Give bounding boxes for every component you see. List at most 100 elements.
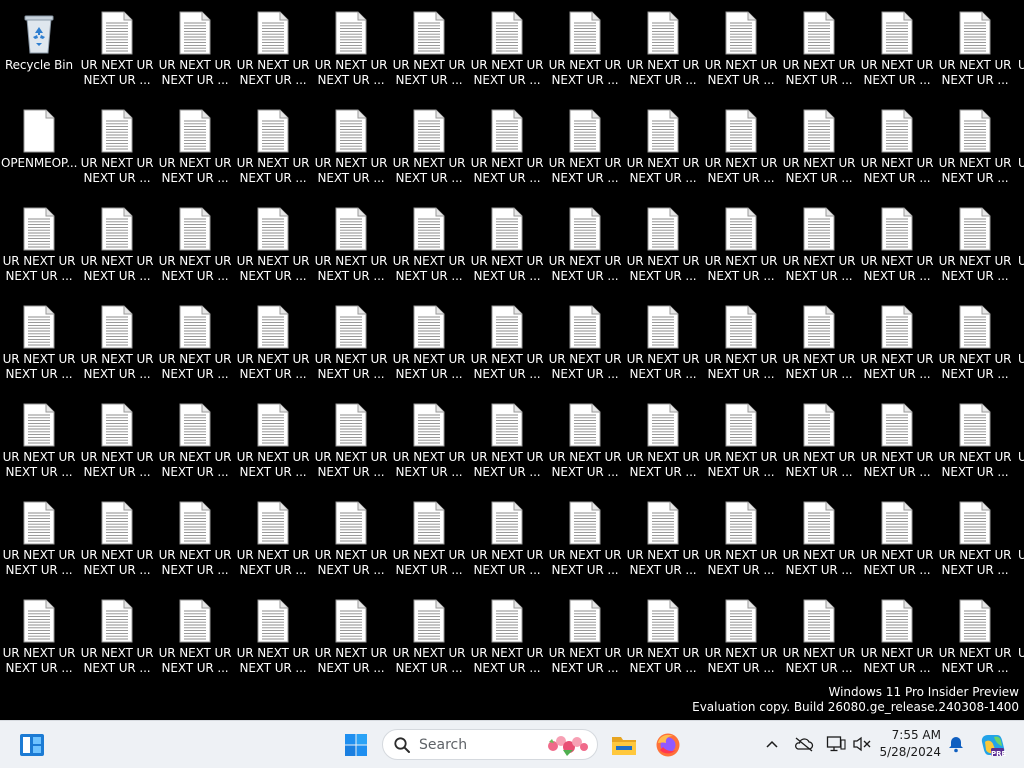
ur-next-file-desktop-icon[interactable]: UR NEXT UR NEXT UR ...: [391, 492, 467, 586]
ur-next-file-desktop-icon[interactable]: UR NEXT UR NEXT UR ...: [469, 394, 545, 488]
ur-next-file-desktop-icon[interactable]: UR NEXT UR NEXT UR ...: [157, 394, 233, 488]
ur-next-file-desktop-icon[interactable]: UR NEXT UR NEXT UR ...: [391, 590, 467, 684]
ur-next-file-desktop-icon[interactable]: UR NEXT UR NEXT UR ...: [157, 492, 233, 586]
ur-next-file-desktop-icon[interactable]: UR NEXT UR NEXT UR ...: [469, 296, 545, 390]
ur-next-file-desktop-icon[interactable]: UR NEXT UR NEXT UR ...: [469, 492, 545, 586]
ur-next-file-desktop-icon[interactable]: UR NEXT UR NEXT UR ...: [547, 394, 623, 488]
ur-next-file-desktop-icon[interactable]: UR NEXT UR NEXT UR ...: [235, 394, 311, 488]
ur-next-file-desktop-icon[interactable]: UR NEXT UR NEXT UR ...: [235, 100, 311, 194]
ur-next-file-desktop-icon[interactable]: UR NEXT UR NEXT UR ...: [703, 394, 779, 488]
network-button[interactable]: [793, 733, 815, 755]
notifications-button[interactable]: [945, 733, 967, 755]
ur-next-file-desktop-icon[interactable]: UR NEXT UR NEXT UR ...: [235, 2, 311, 96]
ur-next-file-desktop-icon[interactable]: UR NEXT UR NEXT UR ...: [1, 198, 77, 292]
ur-next-file-desktop-icon[interactable]: UR NEXT UR NEXT UR ...: [703, 2, 779, 96]
ur-next-file-desktop-icon[interactable]: UR NEXT UR NEXT UR ...: [625, 394, 701, 488]
ur-next-file-desktop-icon[interactable]: UR NEXT UR NEXT UR ...: [703, 590, 779, 684]
start-button[interactable]: [338, 727, 374, 763]
ur-next-file-desktop-icon[interactable]: UR NEXT UR NEXT UR ...: [1, 492, 77, 586]
volume-button[interactable]: [851, 733, 873, 755]
ur-next-file-desktop-icon[interactable]: UR NEXT UR NEXT UR ...: [937, 296, 1013, 390]
ur-next-file-desktop-icon[interactable]: UR NEXT UR NEXT UR ...: [781, 394, 857, 488]
firefox-button[interactable]: [650, 727, 686, 763]
ur-next-file-desktop-icon[interactable]: UR NEXT UR NEXT UR ...: [1, 296, 77, 390]
ur-next-file-desktop-icon[interactable]: UR NEXT UR NEXT UR ...: [547, 296, 623, 390]
ur-next-file-desktop-icon[interactable]: UR NEXT UR NEXT UR ...: [313, 492, 389, 586]
ur-next-file-desktop-icon[interactable]: UR NEXT UR NEXT UR ...: [547, 2, 623, 96]
ur-next-file-desktop-icon[interactable]: UR NEXT UR NEXT UR ...: [469, 590, 545, 684]
ur-next-file-desktop-icon[interactable]: UR NEXT UR NEXT UR ...: [781, 100, 857, 194]
ur-next-file-desktop-icon[interactable]: UR NEXT UR NEXT UR ...: [313, 590, 389, 684]
ur-next-file-desktop-icon[interactable]: UR NEXT UR NEXT UR ...: [625, 590, 701, 684]
show-hidden-icons-button[interactable]: [761, 733, 783, 755]
ur-next-file-desktop-icon[interactable]: UR NEXT UR NEXT UR ...: [625, 2, 701, 96]
recycle-bin-desktop-icon[interactable]: Recycle Bin: [1, 2, 77, 96]
ur-next-file-desktop-icon[interactable]: UR NEXT UR NEXT UR ...: [313, 2, 389, 96]
ur-next-file-desktop-icon[interactable]: UR NEXT UR NEXT UR ...: [235, 296, 311, 390]
ur-next-file-desktop-icon[interactable]: UR NEXT UR NEXT UR ...: [79, 296, 155, 390]
ur-next-file-desktop-icon[interactable]: UR NEXT UR NEXT UR ...: [937, 198, 1013, 292]
ur-next-file-desktop-icon[interactable]: UR NEXT UR NEXT UR ...: [859, 100, 935, 194]
ur-next-file-desktop-icon[interactable]: UR NEXT UR NEXT UR ...: [313, 198, 389, 292]
ur-next-file-desktop-icon[interactable]: UR NEXT UR NEXT UR ...: [391, 394, 467, 488]
ur-next-file-desktop-icon[interactable]: UR NEXT UR NEXT UR ...: [157, 2, 233, 96]
ur-next-file-desktop-icon[interactable]: UR NEXT UR NEXT UR ...: [79, 590, 155, 684]
ur-next-file-desktop-icon[interactable]: UR NEXT UR NEXT UR ...: [625, 296, 701, 390]
widgets-button[interactable]: [14, 727, 50, 763]
ur-next-file-desktop-icon[interactable]: UR NEXT UR NEXT UR ...: [313, 296, 389, 390]
ur-next-file-desktop-icon[interactable]: UR NEXT UR NEXT UR ...: [469, 100, 545, 194]
ur-next-file-desktop-icon[interactable]: UR NEXT UR NEXT UR ...: [1, 590, 77, 684]
ur-next-file-desktop-icon[interactable]: UR NEXT UR NEXT UR ...: [859, 296, 935, 390]
ur-next-file-desktop-icon[interactable]: UR NEXT UR NEXT UR ...: [235, 492, 311, 586]
ur-next-file-desktop-icon[interactable]: UR NEXT UR NEXT UR ...: [547, 198, 623, 292]
ur-next-file-desktop-icon[interactable]: UR NEXT UR NEXT UR ...: [79, 394, 155, 488]
ur-next-file-desktop-icon[interactable]: UR NEXT UR NEXT UR ...: [781, 198, 857, 292]
ur-next-file-desktop-icon[interactable]: UR NEXT UR NEXT UR ...: [859, 198, 935, 292]
ur-next-file-desktop-icon[interactable]: UR NEXT UR NEXT UR ...: [79, 100, 155, 194]
ur-next-file-desktop-icon[interactable]: UR NEXT UR NEXT UR ...: [79, 198, 155, 292]
ur-next-file-desktop-icon[interactable]: UR NEXT UR NEXT UR ...: [313, 100, 389, 194]
ur-next-file-desktop-icon[interactable]: UR NEXT UR NEXT UR ...: [781, 296, 857, 390]
ur-next-file-desktop-icon[interactable]: UR NEXT UR NEXT UR ...: [781, 2, 857, 96]
ur-next-file-desktop-icon[interactable]: UR NEXT UR NEXT UR ...: [937, 590, 1013, 684]
taskbar-search-box[interactable]: Search: [382, 729, 598, 760]
ur-next-file-desktop-icon[interactable]: UR NEXT UR NEXT UR ...: [937, 100, 1013, 194]
file-explorer-button[interactable]: [606, 727, 642, 763]
ur-next-file-desktop-icon[interactable]: UR NEXT UR NEXT UR ...: [79, 492, 155, 586]
ur-next-file-desktop-icon[interactable]: UR NEXT UR NEXT UR ...: [547, 100, 623, 194]
ur-next-file-desktop-icon[interactable]: UR NEXT UR NEXT UR ...: [703, 492, 779, 586]
ur-next-file-desktop-icon[interactable]: UR NEXT UR NEXT UR ...: [625, 198, 701, 292]
ur-next-file-desktop-icon[interactable]: UR NEXT UR NEXT UR ...: [235, 590, 311, 684]
display-button[interactable]: [825, 733, 847, 755]
ur-next-file-desktop-icon[interactable]: UR NEXT UR NEXT UR ...: [859, 394, 935, 488]
ur-next-file-desktop-icon[interactable]: UR NEXT UR NEXT UR ...: [1, 394, 77, 488]
ur-next-file-desktop-icon[interactable]: UR NEXT UR NEXT UR ...: [703, 296, 779, 390]
ur-next-file-desktop-icon[interactable]: UR NEXT UR NEXT UR ...: [937, 2, 1013, 96]
ur-next-file-desktop-icon[interactable]: UR NEXT UR NEXT UR ...: [781, 492, 857, 586]
ur-next-file-desktop-icon[interactable]: UR NEXT UR NEXT UR ...: [157, 100, 233, 194]
ur-next-file-desktop-icon[interactable]: UR NEXT UR NEXT UR ...: [859, 2, 935, 96]
ur-next-file-desktop-icon[interactable]: UR NEXT UR NEXT UR ...: [469, 2, 545, 96]
ur-next-file-desktop-icon[interactable]: UR NEXT UR NEXT UR ...: [937, 394, 1013, 488]
ur-next-file-desktop-icon[interactable]: UR NEXT UR NEXT UR ...: [157, 198, 233, 292]
ur-next-file-desktop-icon[interactable]: UR NEXT UR NEXT UR ...: [313, 394, 389, 488]
ur-next-file-desktop-icon[interactable]: UR NEXT UR NEXT UR ...: [391, 296, 467, 390]
ur-next-file-desktop-icon[interactable]: UR NEXT UR NEXT UR ...: [781, 590, 857, 684]
ur-next-file-desktop-icon[interactable]: UR NEXT UR NEXT UR ...: [391, 198, 467, 292]
ur-next-file-desktop-icon[interactable]: UR NEXT UR NEXT UR ...: [859, 590, 935, 684]
ur-next-file-desktop-icon[interactable]: UR NEXT UR NEXT UR ...: [391, 2, 467, 96]
ur-next-file-desktop-icon[interactable]: UR NEXT UR NEXT UR ...: [547, 590, 623, 684]
ur-next-file-desktop-icon[interactable]: UR NEXT UR NEXT UR ...: [625, 100, 701, 194]
ur-next-file-desktop-icon[interactable]: UR NEXT UR NEXT UR ...: [703, 100, 779, 194]
ur-next-file-desktop-icon[interactable]: UR NEXT UR NEXT UR ...: [625, 492, 701, 586]
copilot-button[interactable]: PRE: [975, 727, 1011, 763]
ur-next-file-desktop-icon[interactable]: UR NEXT UR NEXT UR ...: [937, 492, 1013, 586]
ur-next-file-desktop-icon[interactable]: UR NEXT UR NEXT UR ...: [547, 492, 623, 586]
ur-next-file-desktop-icon[interactable]: UR NEXT UR NEXT UR ...: [859, 492, 935, 586]
openmeop-file-desktop-icon[interactable]: OPENMEOP...: [1, 100, 77, 194]
ur-next-file-desktop-icon[interactable]: UR NEXT UR NEXT UR ...: [157, 296, 233, 390]
ur-next-file-desktop-icon[interactable]: UR NEXT UR NEXT UR ...: [469, 198, 545, 292]
clock[interactable]: 7:55 AM 5/28/2024: [879, 727, 941, 761]
ur-next-file-desktop-icon[interactable]: UR NEXT UR NEXT UR ...: [235, 198, 311, 292]
ur-next-file-desktop-icon[interactable]: UR NEXT UR NEXT UR ...: [703, 198, 779, 292]
